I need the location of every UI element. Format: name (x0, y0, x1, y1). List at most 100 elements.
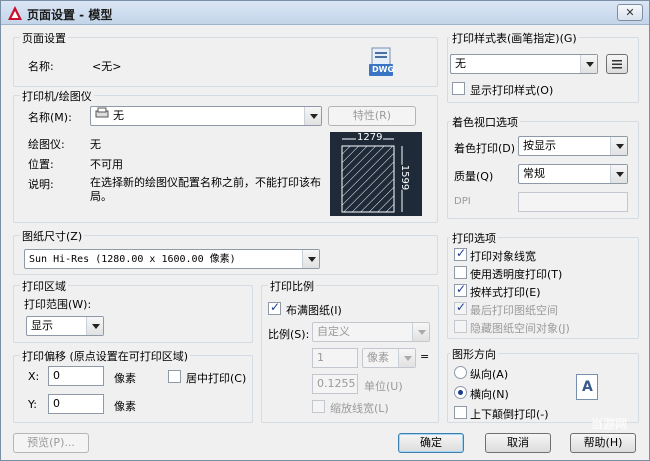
offset-y-value: 0 (53, 397, 60, 410)
offset-y-unit: 像素 (114, 400, 136, 413)
plot-lineweights-label: 打印对象线宽 (470, 250, 536, 263)
paper-size-group: 图纸尺寸(Z) Sun Hi-Res (1280.00 x 1600.00 像素… (13, 228, 438, 275)
scale-value: 自定义 (317, 325, 350, 338)
chevron-down-icon (302, 250, 319, 268)
scale-denominator-input[interactable]: 0.1255 (312, 374, 358, 394)
show-plot-styles-checkbox[interactable] (452, 82, 465, 95)
quality-value: 常规 (523, 167, 545, 180)
chevron-down-icon (412, 323, 429, 341)
orientation-legend: 图形方向 (450, 346, 498, 362)
plot-range-label: 打印范围(W): (24, 298, 92, 311)
edit-list-icon (612, 60, 622, 69)
plot-options-legend: 打印选项 (450, 230, 498, 246)
plot-style-table-select[interactable]: 无 (450, 54, 598, 74)
chevron-down-icon (610, 137, 627, 155)
offset-x-value: 0 (53, 369, 60, 382)
plot-lineweights-checkbox[interactable] (454, 246, 467, 261)
description-label: 说明: (28, 178, 54, 191)
plot-transparency-checkbox[interactable] (454, 266, 467, 279)
watermark-text: 当游网 (591, 417, 628, 431)
unit-label: 单位(U) (364, 380, 403, 393)
plot-scale-group: 打印比例 布满图纸(I) 比例(S): 自定义 1 像素 = 0.1255 单位… (261, 278, 439, 423)
properties-button[interactable]: 特性(R) (328, 106, 416, 126)
scale-lineweights-label: 缩放线宽(L) (330, 402, 389, 415)
page-setup-dialog: 页面设置 - 模型 ✕ 页面设置 名称: <无> DWG 打印机/绘图仪 名称(… (0, 0, 650, 461)
center-plot-checkbox[interactable] (168, 370, 181, 383)
orientation-group: 图形方向 纵向(A) 横向(N) 上下颠倒打印(-) A (447, 346, 639, 423)
plot-area-legend: 打印区域 (20, 278, 68, 294)
hide-paperspace-objects-label: 隐藏图纸空间对象(J) (470, 322, 570, 335)
paper-preview: 1279 1599 (330, 132, 422, 216)
chevron-down-icon (304, 107, 321, 125)
scale-numerator-input[interactable]: 1 (312, 348, 358, 368)
page-setup-legend: 页面设置 (20, 30, 68, 46)
plot-style-table-value: 无 (455, 57, 466, 70)
paper-size-legend: 图纸尺寸(Z) (20, 228, 85, 244)
landscape-page-icon: A (576, 374, 598, 400)
close-button[interactable]: ✕ (617, 4, 643, 21)
hide-paperspace-objects-checkbox[interactable] (454, 320, 467, 333)
upside-down-checkbox[interactable] (454, 406, 467, 419)
quality-label: 质量(Q) (454, 170, 494, 183)
plot-with-styles-checkbox[interactable] (454, 282, 467, 297)
shade-plot-select[interactable]: 按显示 (518, 136, 628, 156)
chevron-down-icon (86, 317, 103, 335)
ok-button[interactable]: 确定 (398, 433, 464, 453)
chevron-down-icon (398, 349, 415, 367)
shaded-viewport-group: 着色视口选项 着色打印(D) 按显示 质量(Q) 常规 DPI (447, 114, 639, 219)
title-bar[interactable]: 页面设置 - 模型 ✕ (1, 1, 649, 25)
paper-size-value: Sun Hi-Res (1280.00 x 1600.00 像素) (29, 254, 236, 265)
plot-offset-legend: 打印偏移 (原点设置在可打印区域) (20, 348, 191, 364)
close-icon: ✕ (625, 6, 635, 19)
chevron-down-icon (580, 55, 597, 73)
show-plot-styles-label: 显示打印样式(O) (470, 84, 554, 97)
dpi-label: DPI (454, 196, 471, 207)
landscape-radio[interactable] (454, 386, 467, 399)
page-setup-name-value: <无> (92, 60, 122, 73)
quality-select[interactable]: 常规 (518, 164, 628, 184)
shade-plot-label: 着色打印(D) (454, 142, 516, 155)
location-label: 位置: (28, 158, 54, 171)
plot-transparency-label: 使用透明度打印(T) (470, 268, 563, 281)
plot-offset-group: 打印偏移 (原点设置在可打印区域) X: 0 像素 居中打印(C) Y: 0 像… (13, 348, 253, 423)
preview-height-label: 1599 (399, 164, 411, 191)
offset-y-input[interactable]: 0 (48, 394, 104, 414)
edit-plot-style-button[interactable] (606, 54, 628, 74)
center-plot-label: 居中打印(C) (186, 372, 247, 385)
offset-x-input[interactable]: 0 (48, 366, 104, 386)
printer-name-select[interactable]: 无 (90, 106, 322, 126)
scale-lineweights-checkbox[interactable] (312, 400, 325, 413)
scale-select[interactable]: 自定义 (312, 322, 430, 342)
scale-unit-value: 像素 (367, 351, 389, 364)
plot-paperspace-last-checkbox[interactable] (454, 300, 467, 315)
fit-to-paper-checkbox[interactable] (268, 300, 281, 315)
plot-options-group: 打印选项 打印对象线宽 使用透明度打印(T) 按样式打印(E) 最后打印图纸空间… (447, 230, 639, 339)
plot-range-select[interactable]: 显示 (26, 316, 104, 336)
cancel-button[interactable]: 取消 (485, 433, 551, 453)
shade-plot-value: 按显示 (523, 139, 556, 152)
description-value: 在选择新的绘图仪配置名称之前，不能打印该布局。 (90, 176, 321, 203)
printer-legend: 打印机/绘图仪 (20, 88, 94, 104)
dwg-label: DWG (372, 65, 395, 74)
preview-button[interactable]: 预览(P)... (13, 433, 89, 453)
location-value: 不可用 (90, 158, 123, 171)
scale-denominator-value: 0.1255 (317, 377, 356, 390)
scale-numerator-value: 1 (317, 351, 324, 364)
page-setup-name-label: 名称: (28, 60, 54, 73)
autocad-logo-icon (8, 6, 22, 20)
printer-group: 打印机/绘图仪 名称(M): 无 特性(R) 绘图仪: 无 位置: 不可用 说明… (13, 88, 438, 223)
dpi-input[interactable] (518, 192, 628, 212)
paper-size-select[interactable]: Sun Hi-Res (1280.00 x 1600.00 像素) (24, 249, 320, 269)
plotter-value: 无 (90, 138, 101, 151)
offset-y-label: Y: (28, 398, 37, 411)
equals-sign: = (420, 350, 430, 363)
plot-paperspace-last-label: 最后打印图纸空间 (470, 304, 558, 317)
offset-x-unit: 像素 (114, 372, 136, 385)
printer-name-value: 无 (113, 109, 124, 122)
portrait-radio[interactable] (454, 366, 467, 379)
printer-icon (95, 107, 109, 125)
shaded-viewport-legend: 着色视口选项 (450, 114, 520, 130)
help-button[interactable]: 帮助(H) (570, 433, 636, 453)
offset-x-label: X: (28, 370, 40, 383)
scale-unit-select[interactable]: 像素 (362, 348, 416, 368)
